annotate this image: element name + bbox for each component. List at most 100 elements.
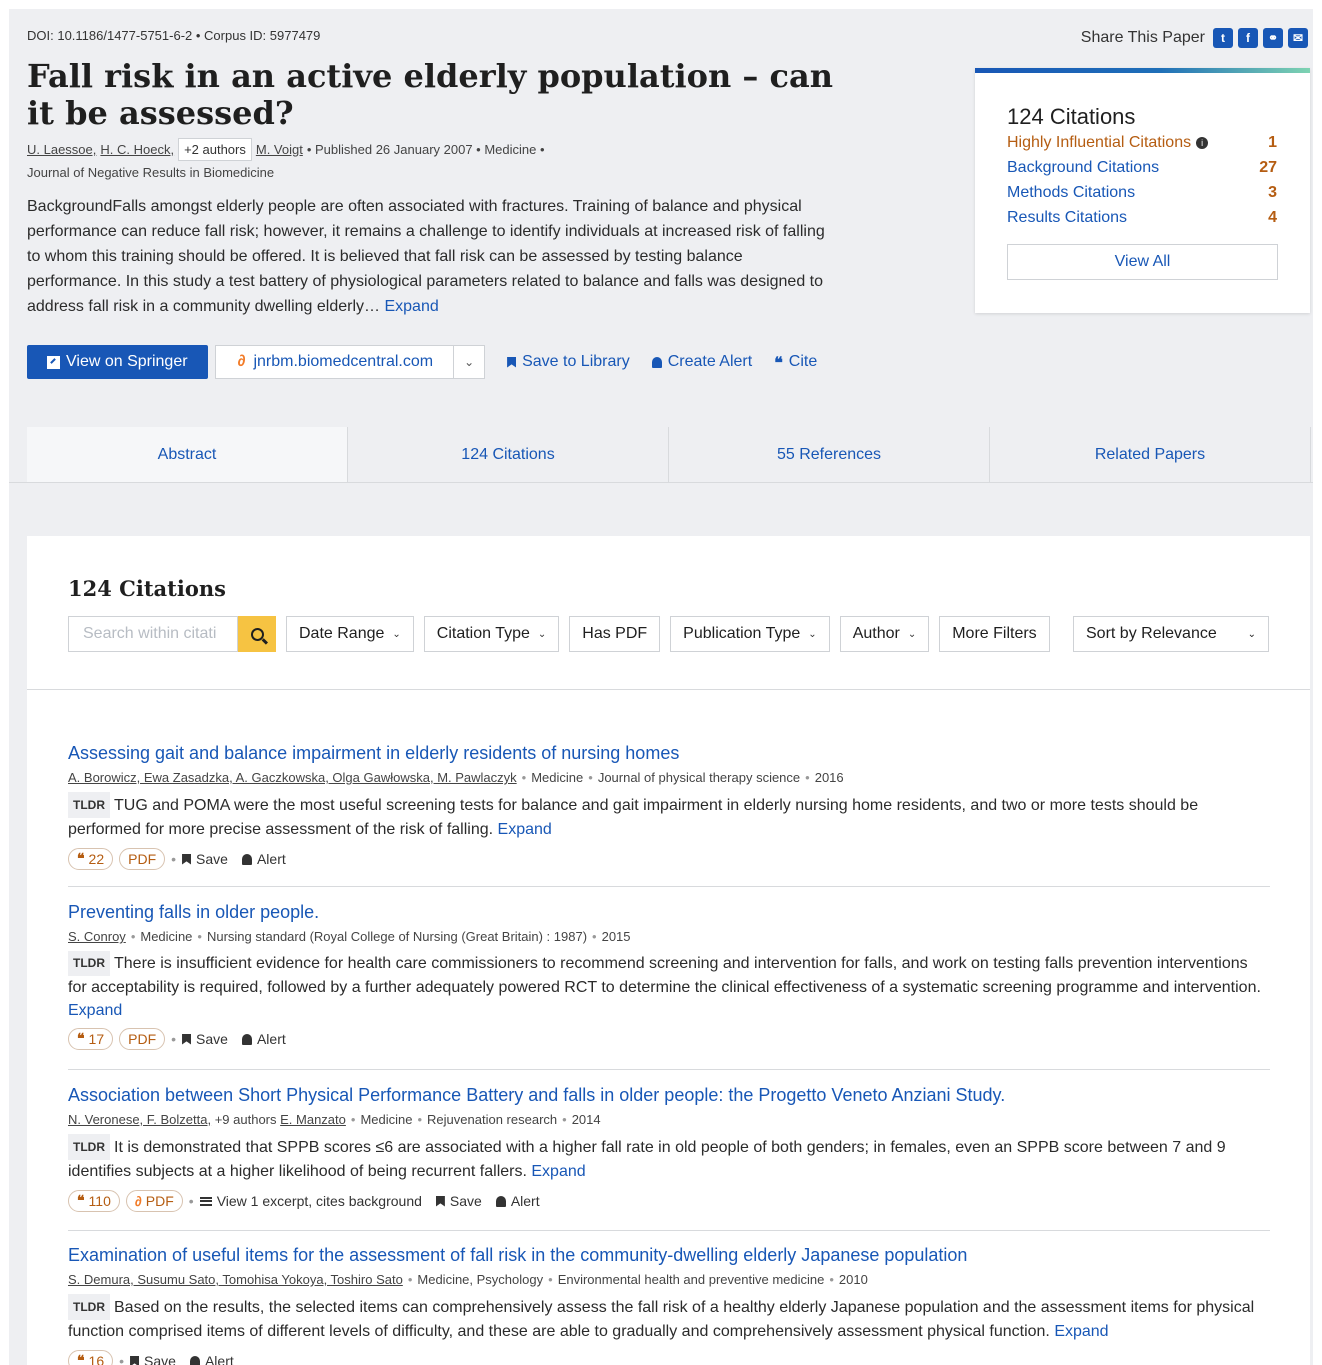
info-icon[interactable]: i bbox=[1196, 137, 1209, 149]
result-actions: ❝ 110 ∂ PDF • View 1 excerpt, cites backgr… bbox=[68, 1190, 1270, 1212]
email-icon[interactable]: ✉ bbox=[1288, 28, 1308, 48]
citation-type-filter[interactable]: Citation Type ⌄ bbox=[423, 616, 560, 652]
share-label: Share This Paper bbox=[1080, 29, 1205, 46]
more-authors-button[interactable]: +2 authors bbox=[178, 138, 252, 161]
expand-link[interactable]: Expand bbox=[498, 821, 552, 838]
list-item: Assessing gait and balance impairment in… bbox=[68, 743, 1270, 870]
save-to-library-button[interactable]: Save to Library bbox=[507, 353, 630, 371]
result-fields: Medicine bbox=[140, 929, 193, 944]
alert-button[interactable]: Alert bbox=[241, 1031, 286, 1047]
result-venue: Nursing standard (Royal College of Nursi… bbox=[206, 929, 588, 944]
source-link-button[interactable]: ∂ jnrbm.biomedcentral.com bbox=[216, 346, 455, 378]
view-on-springer-label: View on Springer bbox=[66, 353, 188, 370]
results-citations-row[interactable]: Results Citations 4 bbox=[1007, 209, 1277, 227]
result-actions: ❝ 16 • Save Alert bbox=[68, 1350, 1270, 1365]
view-excerpt-button[interactable]: View 1 excerpt, cites background bbox=[199, 1193, 422, 1209]
filter-bar: Search within citati Date Range ⌄ Citatio… bbox=[68, 616, 1269, 652]
journal-name: Journal of Negative Results in Biomedici… bbox=[27, 165, 275, 180]
facebook-icon[interactable]: f bbox=[1238, 28, 1258, 48]
methods-citations-row[interactable]: Methods Citations 3 bbox=[1007, 184, 1277, 202]
view-on-springer-button[interactable]: View on Springer bbox=[27, 345, 208, 379]
tldr-badge: TLDR bbox=[68, 792, 110, 818]
tldr-badge: TLDR bbox=[68, 1134, 110, 1160]
citations-count-title: 124 Citations bbox=[1007, 104, 1136, 129]
result-authors[interactable]: S. Conroy bbox=[68, 929, 126, 944]
expand-link[interactable]: Expand bbox=[68, 1002, 122, 1019]
result-meta: S. Conroy • Medicine • Nursing standard (Roy… bbox=[68, 929, 631, 944]
result-meta: N. Veronese, F. Bolzetta, +9 authors E. … bbox=[68, 1112, 601, 1127]
pdf-badge[interactable]: PDF bbox=[119, 1028, 166, 1050]
filter-label: Citation Type bbox=[436, 625, 530, 642]
expand-abstract-link[interactable]: Expand bbox=[384, 298, 438, 315]
quote-icon: ❝ bbox=[77, 1193, 85, 1209]
pdf-badge[interactable]: PDF bbox=[119, 848, 166, 870]
alert-label: Alert bbox=[256, 1031, 286, 1047]
result-title-link[interactable]: Association between Short Physical Perfo… bbox=[68, 1085, 1270, 1106]
has-pdf-filter[interactable]: Has PDF bbox=[569, 616, 661, 652]
citation-count-badge[interactable]: ❝ 17 bbox=[68, 1028, 114, 1050]
citation-count: 110 bbox=[88, 1193, 111, 1209]
save-button[interactable]: Save bbox=[182, 1031, 228, 1047]
quote-icon: ❝ bbox=[77, 1031, 85, 1047]
more-filters-button[interactable]: More Filters bbox=[939, 616, 1050, 652]
tab-abstract[interactable]: Abstract bbox=[27, 427, 348, 482]
citation-count-badge[interactable]: ❝ 16 bbox=[68, 1350, 114, 1365]
result-tldr: TLDR TUG and POMA were the most useful sc… bbox=[68, 792, 1270, 842]
highly-influential-row[interactable]: Highly Influential Citations i 1 bbox=[1007, 134, 1277, 152]
tab-citations[interactable]: 124 Citations bbox=[348, 427, 669, 482]
publication-type-filter[interactable]: Publication Type ⌄ bbox=[670, 616, 830, 652]
background-citations-row[interactable]: Background Citations 27 bbox=[1007, 159, 1277, 177]
twitter-icon[interactable]: t bbox=[1213, 28, 1233, 48]
pdf-badge[interactable]: ∂ PDF bbox=[125, 1190, 183, 1212]
row-value: 27 bbox=[1259, 159, 1277, 176]
citations-summary-card: 124 Citations Highly Influential Citatio… bbox=[975, 68, 1310, 313]
save-button[interactable]: Save bbox=[130, 1353, 176, 1365]
result-last-author[interactable]: E. Manzato bbox=[280, 1112, 346, 1127]
alert-button[interactable]: Alert bbox=[241, 851, 286, 867]
alert-button[interactable]: Alert bbox=[189, 1353, 234, 1365]
paper-tabs: Abstract 124 Citations 55 References Rel… bbox=[9, 427, 1313, 483]
save-button[interactable]: Save bbox=[435, 1193, 482, 1209]
sort-select[interactable]: Sort by Relevance ⌄ bbox=[1073, 616, 1269, 652]
author-link[interactable]: M. Voigt bbox=[256, 142, 303, 157]
result-authors[interactable]: N. Veronese, F. Bolzetta, bbox=[68, 1112, 211, 1127]
link-icon[interactable]: ⚭ bbox=[1263, 28, 1283, 48]
search-button[interactable] bbox=[238, 616, 276, 652]
search-input[interactable]: Search within citati bbox=[68, 616, 238, 652]
result-authors[interactable]: A. Borowicz, Ewa Zasadzka, A. Gaczkowska… bbox=[68, 770, 517, 785]
chevron-down-icon[interactable]: ⌄ bbox=[454, 355, 484, 369]
expand-link[interactable]: Expand bbox=[531, 1163, 585, 1180]
citation-count-badge[interactable]: ❝ 110 bbox=[68, 1190, 120, 1212]
bookmark-icon bbox=[507, 356, 517, 368]
bell-icon bbox=[241, 1033, 252, 1045]
view-all-button[interactable]: View All bbox=[1007, 244, 1278, 280]
create-alert-button[interactable]: Create Alert bbox=[651, 353, 752, 371]
expand-link[interactable]: Expand bbox=[1054, 1323, 1108, 1340]
more-authors[interactable]: +9 authors bbox=[215, 1112, 277, 1127]
author-link[interactable]: U. Laessoe, bbox=[27, 142, 96, 157]
citations-panel-title: 124 Citations bbox=[68, 576, 226, 601]
source-link-label: jnrbm.biomedcentral.com bbox=[253, 353, 434, 370]
tab-references[interactable]: 55 References bbox=[669, 427, 990, 482]
citation-count-badge[interactable]: ❝ 22 bbox=[68, 848, 114, 870]
citations-panel: 124 Citations Search within citati Date … bbox=[27, 536, 1310, 1365]
result-title-link[interactable]: Examination of useful items for the asse… bbox=[68, 1245, 1270, 1266]
author-filter[interactable]: Author ⌄ bbox=[839, 616, 930, 652]
result-title-link[interactable]: Preventing falls in older people. bbox=[68, 902, 1270, 923]
alert-label: Alert bbox=[510, 1193, 540, 1209]
save-button[interactable]: Save bbox=[182, 851, 228, 867]
row-label: Highly Influential Citations bbox=[1007, 134, 1192, 151]
cite-button[interactable]: ❝ Cite bbox=[774, 353, 817, 372]
alert-button[interactable]: Alert bbox=[495, 1193, 540, 1209]
list-item: Examination of useful items for the asse… bbox=[68, 1245, 1270, 1365]
author-link[interactable]: H. C. Hoeck, bbox=[100, 142, 174, 157]
filter-label: More Filters bbox=[952, 625, 1037, 642]
tab-related-papers[interactable]: Related Papers bbox=[990, 427, 1311, 482]
share-bar: Share This Paper t f ⚭ ✉ bbox=[1081, 28, 1308, 48]
card-accent-bar bbox=[975, 68, 1310, 73]
chevron-down-icon: ⌄ bbox=[808, 628, 817, 640]
date-range-filter[interactable]: Date Range ⌄ bbox=[286, 616, 414, 652]
filter-label: Author bbox=[852, 625, 900, 642]
result-title-link[interactable]: Assessing gait and balance impairment in… bbox=[68, 743, 1270, 764]
result-authors[interactable]: S. Demura, Susumu Sato, Tomohisa Yokoya,… bbox=[68, 1272, 403, 1287]
